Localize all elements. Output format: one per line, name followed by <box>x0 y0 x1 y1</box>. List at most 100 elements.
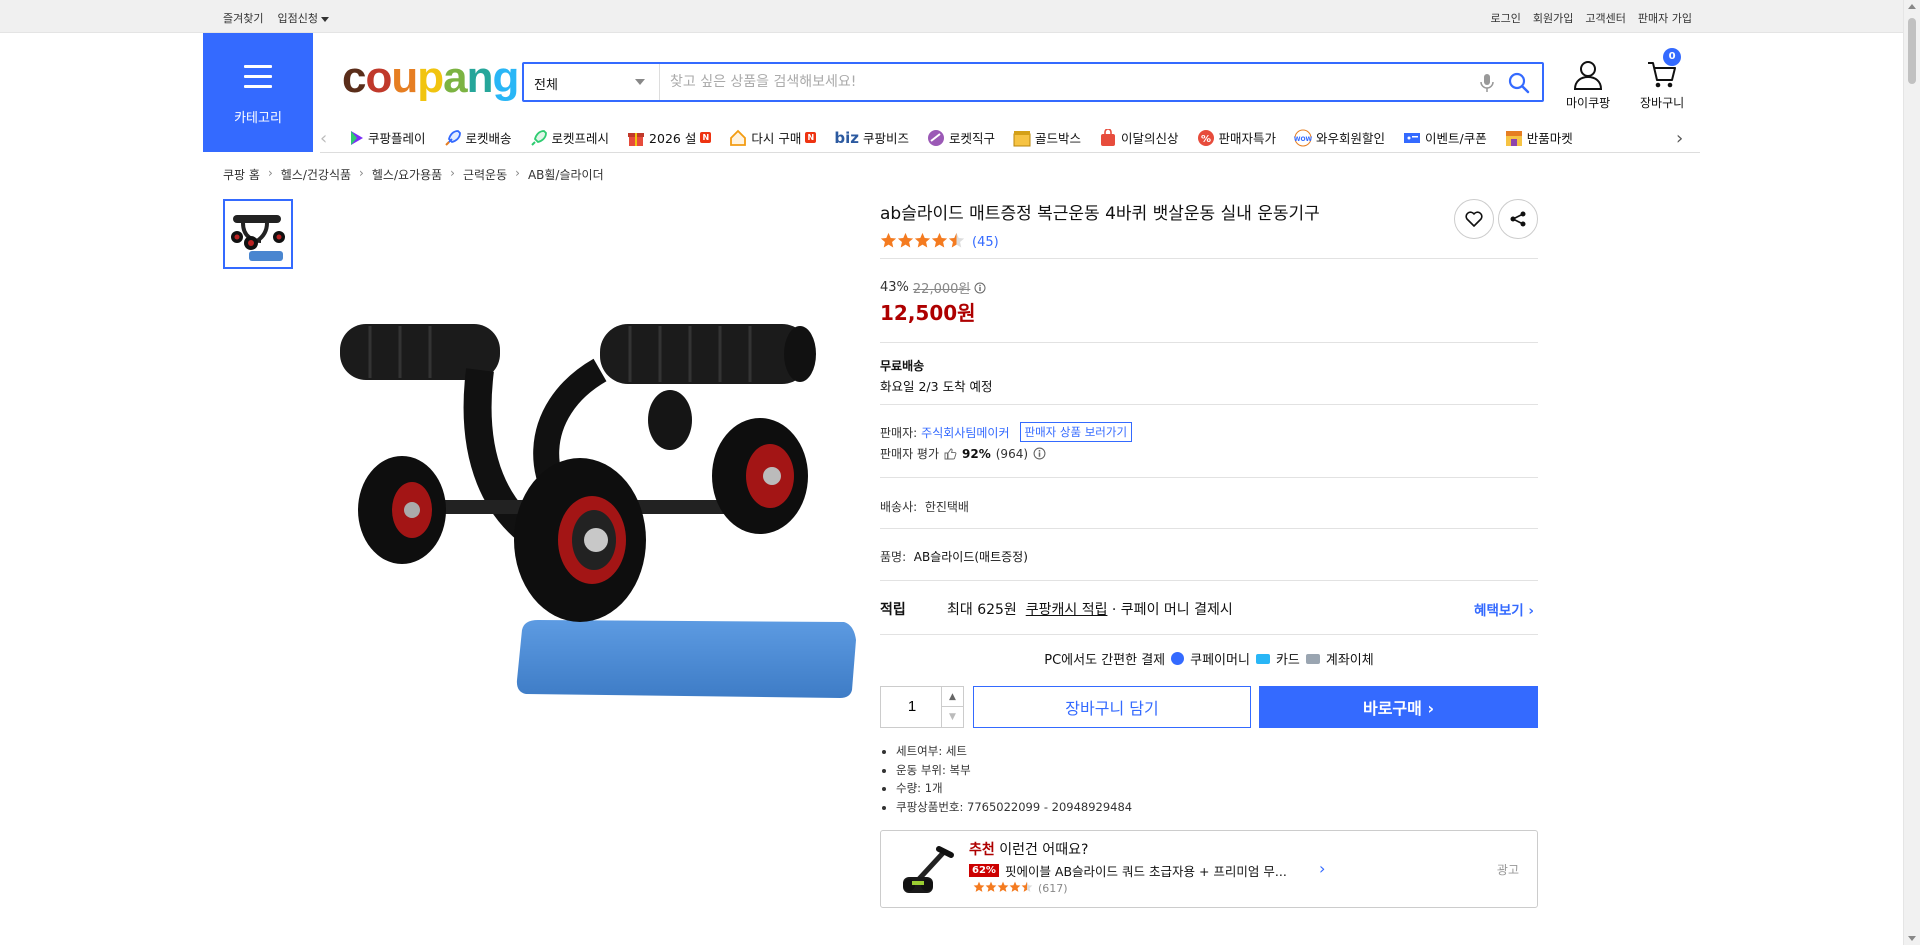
recommended-product-image <box>903 846 954 893</box>
scroll-up-arrow-icon[interactable] <box>1908 4 1916 9</box>
svg-text:%: % <box>1200 134 1210 145</box>
category-label: 카테고리 <box>234 111 282 126</box>
benefit-more-label: 혜택보기 <box>1474 603 1524 619</box>
seller-row: 판매자: 주식회사팀메이커 판매자 상품 보러가기 <box>880 422 1133 442</box>
star-icon <box>948 232 965 248</box>
payment-method-card: 카드 <box>1275 653 1300 668</box>
microphone-icon[interactable] <box>1478 73 1496 93</box>
info-icon[interactable] <box>1033 447 1046 460</box>
reward-tail: · 쿠페이 머니 결제시 <box>1111 602 1233 618</box>
scroll-down-arrow-icon[interactable] <box>1908 936 1916 941</box>
seller-name-link[interactable]: 주식회사팀메이커 <box>921 424 1009 441</box>
reward-text: 최대 625원 쿠팡캐시 적립 · 쿠페이 머니 결제시 <box>947 599 1233 619</box>
add-to-cart-button[interactable]: 장바구니 담기 <box>973 686 1251 728</box>
seller-products-button[interactable]: 판매자 상품 보러가기 <box>1019 422 1133 442</box>
breadcrumb-ab-wheel[interactable]: AB휠/슬라이더 <box>528 166 604 183</box>
star-icon <box>897 232 914 248</box>
nav-label: 2026 설 <box>649 131 697 146</box>
cart-count-badge: 0 <box>1663 48 1682 66</box>
nav-item-rocket-global[interactable]: 로켓직구 <box>927 128 995 147</box>
seller-apply-link[interactable]: 입점신청 <box>277 10 329 26</box>
mypage-button[interactable]: 마이쿠팡 <box>1566 60 1610 111</box>
coupay-money-icon <box>1171 652 1185 665</box>
recommendation-prefix: 추천 <box>969 842 995 858</box>
nav-item-seollal[interactable]: 2026 설N <box>627 128 712 147</box>
original-price: 22,000원 <box>912 282 971 297</box>
spec-item: 세트여부: 세트 <box>896 742 1132 761</box>
recommendation-item-name: 핏에이블 AB슬라이드 쿼드 초급자용 + 프리미엄 무... <box>1004 864 1287 879</box>
seller-rating-row: 판매자 평가 92% (964) <box>880 445 1046 462</box>
seller-rating-label: 판매자 평가 <box>880 447 940 461</box>
coupang-logo[interactable]: coupang <box>342 56 519 100</box>
product-thumbnail[interactable] <box>223 199 293 269</box>
breadcrumb-home[interactable]: 쿠팡 홈 <box>223 166 260 183</box>
share-button[interactable] <box>1498 199 1538 239</box>
hamburger-icon <box>244 65 272 95</box>
vertical-scrollbar[interactable] <box>1903 0 1920 945</box>
info-icon[interactable] <box>974 282 986 294</box>
customer-center-link[interactable]: 고객센터 <box>1585 10 1625 26</box>
card-icon <box>1255 653 1270 664</box>
signup-link[interactable]: 회원가입 <box>1533 10 1573 26</box>
quantity-increase-icon[interactable]: ▲ <box>941 687 963 707</box>
nav-item-goldbox[interactable]: 골드박스 <box>1013 128 1081 147</box>
recommendation-rating: (617) <box>973 881 1068 896</box>
chevron-right-icon[interactable]: › <box>1319 859 1325 878</box>
bookmark-link[interactable]: 즐겨찾기 <box>223 10 263 26</box>
nav-item-new-arrivals[interactable]: 이달의신상 <box>1099 128 1179 147</box>
search-category-select[interactable]: 전체 <box>524 64 660 100</box>
nav-item-rebuy[interactable]: 다시 구매 N <box>729 128 817 147</box>
search-input[interactable] <box>670 70 1470 94</box>
nav-item-return-market[interactable]: 반품마켓 <box>1505 128 1573 147</box>
reward-cash-link[interactable]: 쿠팡캐시 적립 <box>1026 602 1108 618</box>
nav-item-coupang-play[interactable]: 쿠팡플레이 <box>348 128 426 147</box>
top-utility-bar: 즐겨찾기 입점신청 로그인 회원가입 고객센터 판매자 가입 <box>0 0 1920 33</box>
benefit-more-link[interactable]: 혜택보기 › <box>1474 599 1534 619</box>
wow-icon: WOW <box>1294 129 1312 146</box>
nav-item-rocket-delivery[interactable]: 로켓배송 <box>444 128 512 147</box>
divider <box>880 528 1538 529</box>
star-icon <box>985 881 997 892</box>
nav-prev-arrow-icon[interactable]: ‹ <box>320 128 327 149</box>
scrollbar-thumb[interactable] <box>1908 18 1916 84</box>
login-link[interactable]: 로그인 <box>1491 10 1521 26</box>
buy-now-button[interactable]: 바로구매 › <box>1259 686 1538 728</box>
star-rating-icon <box>973 881 1033 896</box>
nav-item-seller-deals[interactable]: % 판매자특가 <box>1197 128 1276 147</box>
arrival-date: 화요일 2/3 도착 예정 <box>880 379 993 394</box>
nav-label: 이벤트/쿠폰 <box>1425 131 1487 146</box>
recommendation-card[interactable]: 추천 이런건 어때요? 62% 핏에이블 AB슬라이드 쿼드 초급자용 + 프리미… <box>880 830 1538 908</box>
new-badge: N <box>805 132 817 143</box>
rocket-fresh-icon <box>530 129 547 146</box>
spec-item: 쿠팡상품번호: 7765022099 - 20948929484 <box>896 798 1132 817</box>
breadcrumb-health-yoga[interactable]: 헬스/요가용품 <box>372 166 442 183</box>
nav-item-events-coupons[interactable]: 이벤트/쿠폰 <box>1403 128 1487 147</box>
breadcrumb-health-food[interactable]: 헬스/건강식품 <box>281 166 351 183</box>
quantity-decrease-icon[interactable]: ▼ <box>941 707 963 727</box>
seller-apply-label: 입점신청 <box>277 12 318 25</box>
shipping-type: 무료배송 <box>880 359 925 373</box>
sale-price: 12,500원 <box>880 301 976 325</box>
bank-transfer-icon <box>1305 653 1320 664</box>
search-category-value: 전체 <box>534 78 558 93</box>
nav-next-arrow-icon[interactable]: › <box>1676 128 1683 149</box>
payment-methods-row: PC에서도 간편한 결제 쿠페이머니 카드 계좌이체 <box>880 649 1538 668</box>
nav-item-rocket-fresh[interactable]: 로켓프레시 <box>530 128 609 147</box>
user-icon <box>1574 61 1603 90</box>
seller-signup-link[interactable]: 판매자 가입 <box>1638 10 1692 26</box>
wishlist-button[interactable] <box>1454 199 1494 239</box>
breadcrumb-strength[interactable]: 근력운동 <box>463 166 507 183</box>
quantity-input[interactable] <box>881 687 943 727</box>
product-rating[interactable]: (45) <box>880 232 999 253</box>
breadcrumb: 쿠팡 홈 › 헬스/건강식품 › 헬스/요가용품 › 근력운동 › AB휠/슬라이더 <box>223 166 604 183</box>
search-icon[interactable] <box>1508 72 1530 94</box>
nav-item-wow-discount[interactable]: WOW 와우회원할인 <box>1294 128 1385 147</box>
nav-item-coupang-biz[interactable]: biz 쿠팡비즈 <box>834 128 909 147</box>
category-menu-button[interactable]: 카테고리 <box>203 33 313 152</box>
goldbox-icon <box>1013 130 1031 146</box>
cart-button[interactable]: 0 장바구니 <box>1640 48 1684 111</box>
recommendation-title: 추천 이런건 어때요? <box>969 839 1088 859</box>
product-title: ab슬라이드 매트증정 복근운동 4바퀴 뱃살운동 실내 운동기구 <box>880 204 1320 224</box>
nav-label: 로켓배송 <box>465 131 512 146</box>
home-icon <box>730 129 747 146</box>
